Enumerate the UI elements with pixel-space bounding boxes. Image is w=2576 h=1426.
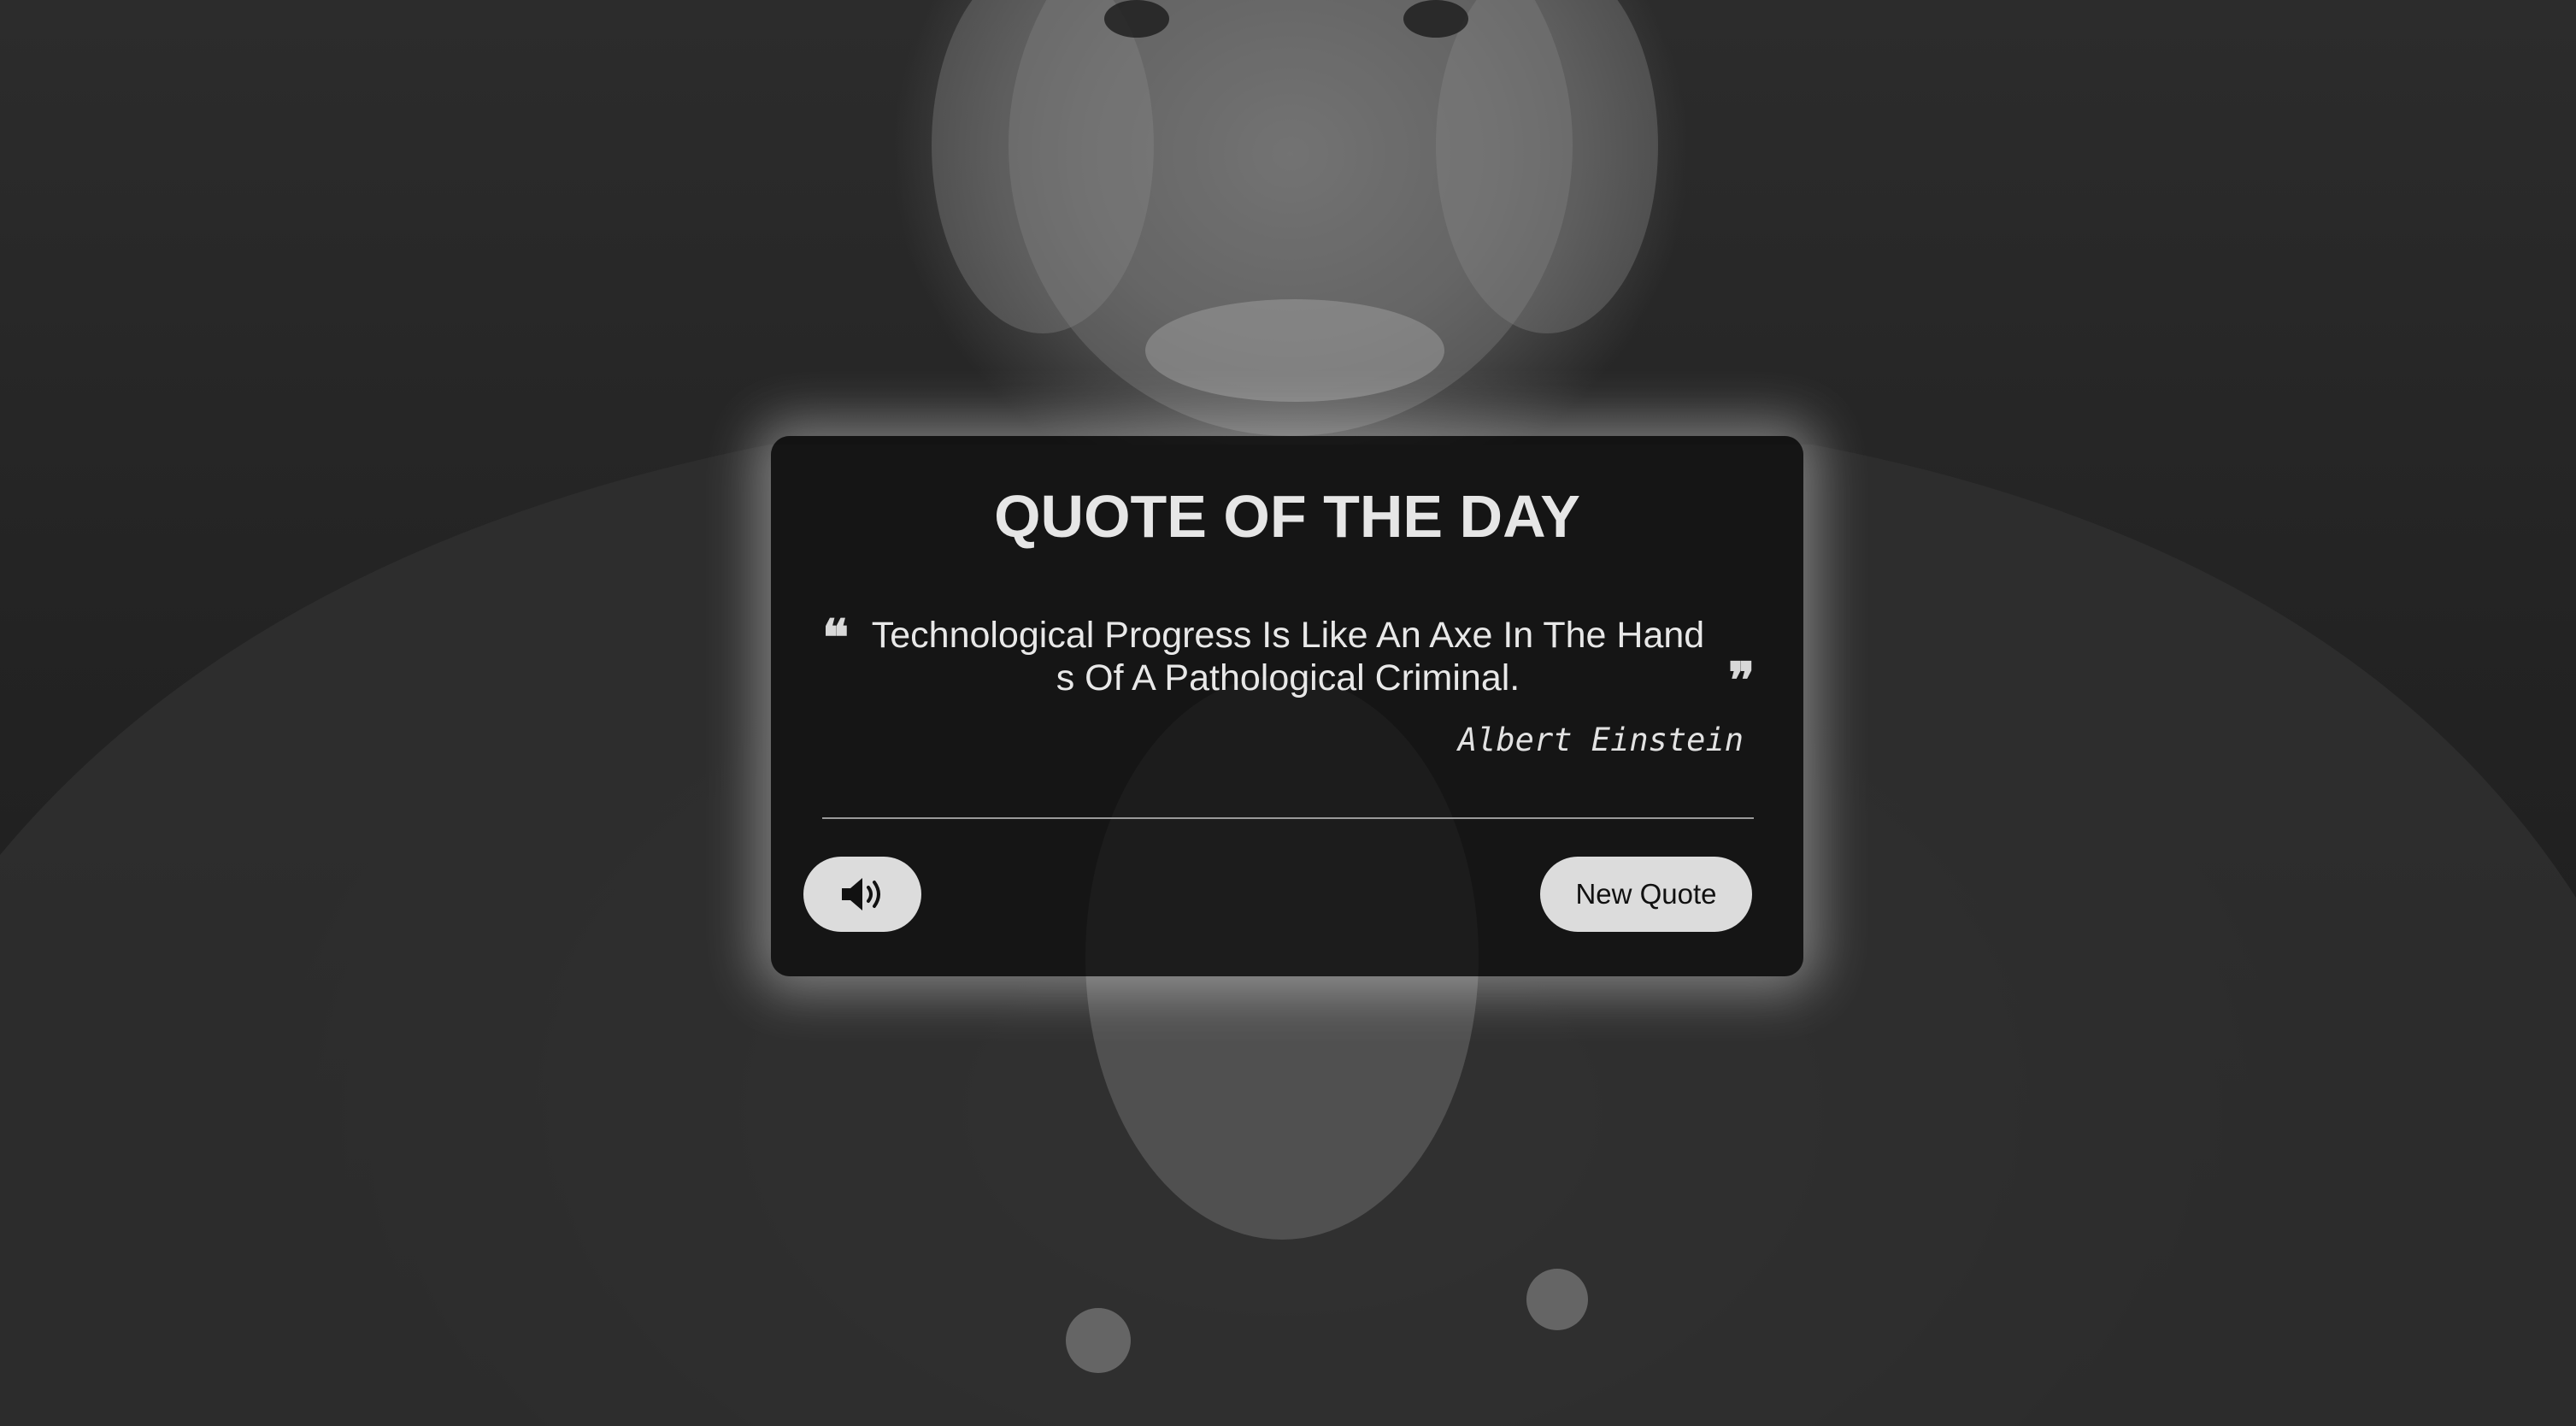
- quote-author: Albert Einstein: [1457, 722, 1744, 758]
- card-title: QUOTE OF THE DAY: [994, 483, 1580, 550]
- speak-button[interactable]: [803, 857, 921, 932]
- quote-text: Technological Progress Is Like An Axe In…: [871, 615, 1705, 698]
- new-quote-button[interactable]: New Quote: [1540, 857, 1752, 932]
- volume-icon: [842, 878, 880, 910]
- quote-card: QUOTE OF THE DAY ❝ Technological Progres…: [771, 436, 1803, 976]
- divider: [822, 817, 1754, 819]
- close-quote-icon: ❞: [1728, 653, 1756, 709]
- open-quote-icon: ❝: [822, 610, 850, 666]
